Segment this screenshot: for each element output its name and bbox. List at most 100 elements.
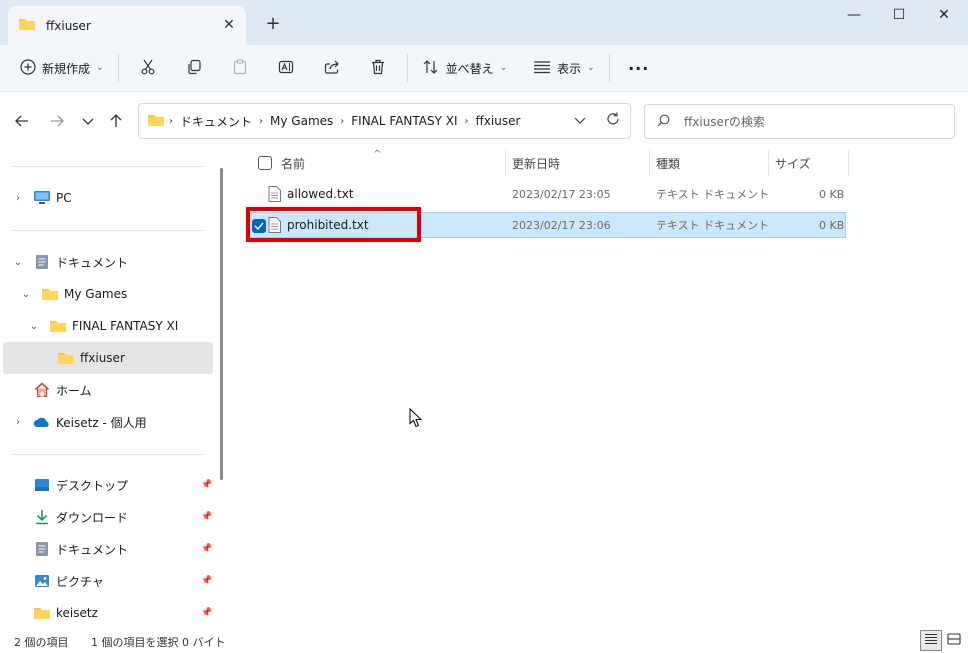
clipboard-icon xyxy=(232,58,248,78)
forward-button[interactable] xyxy=(45,112,69,132)
chevron-down-icon[interactable]: ⌄ xyxy=(19,287,33,301)
sidebar-item-label: FINAL FANTASY XI xyxy=(72,319,179,333)
file-modified: 2023/02/17 23:06 xyxy=(512,218,611,232)
sidebar-item-label: ドキュメント xyxy=(56,542,129,557)
chevron-down-icon[interactable]: ⌄ xyxy=(11,255,25,269)
share-button[interactable] xyxy=(309,51,355,85)
status-item-count: 2 個の項目 xyxy=(14,636,69,649)
arrow-left-icon xyxy=(15,115,29,130)
sidebar-divider xyxy=(12,166,205,167)
breadcrumb-final-fantasy-xi[interactable]: FINAL FANTASY XI xyxy=(351,114,457,128)
new-button[interactable]: 新規作成 ⌄ xyxy=(12,51,112,85)
sidebar-item-pc[interactable]: › PC xyxy=(3,183,213,213)
column-divider[interactable] xyxy=(505,150,506,176)
chevron-right-icon[interactable]: › xyxy=(465,116,469,127)
file-name[interactable]: allowed.txt xyxy=(287,181,354,207)
back-button[interactable] xyxy=(10,112,34,132)
chevron-right-icon[interactable]: › xyxy=(340,116,344,127)
folder-icon xyxy=(18,17,36,34)
documents-icon xyxy=(33,254,51,270)
column-header-type[interactable]: 種類 xyxy=(656,153,680,173)
breadcrumb-ffxiuser[interactable]: ffxiuser xyxy=(476,114,521,128)
tiles-view-icon xyxy=(947,633,961,648)
sidebar-item-documents[interactable]: ⌄ ドキュメント xyxy=(3,247,213,277)
cut-button[interactable] xyxy=(125,51,171,85)
column-header-modified[interactable]: 更新日時 xyxy=(512,153,560,173)
share-icon xyxy=(324,59,340,78)
column-header-name[interactable]: 名前 xyxy=(281,153,305,173)
sort-button[interactable]: 並べ替え ⌄ xyxy=(414,51,516,85)
tab-ffxiuser[interactable]: ffxiuser ✕ xyxy=(8,6,246,45)
search-input[interactable] xyxy=(684,114,934,129)
refresh-icon xyxy=(606,112,620,130)
sidebar-divider xyxy=(12,454,205,455)
sidebar-item-home[interactable]: ホーム xyxy=(3,375,213,405)
minimize-button[interactable]: — xyxy=(831,0,877,30)
view-button[interactable]: 表示 ⌄ xyxy=(525,51,603,85)
tab-close-button[interactable]: ✕ xyxy=(220,16,238,34)
file-row[interactable]: allowed.txt 2023/02/17 23:05 テキスト ドキュメント… xyxy=(247,181,846,207)
new-tab-button[interactable]: + xyxy=(263,13,283,34)
column-divider[interactable] xyxy=(768,150,769,176)
quick-access-pictures[interactable]: ピクチャ 📌 xyxy=(3,566,213,596)
column-divider[interactable] xyxy=(848,150,849,176)
rename-icon xyxy=(278,59,294,78)
more-icon: ··· xyxy=(628,58,650,78)
paste-button[interactable] xyxy=(217,51,263,85)
toolbar-divider xyxy=(406,54,408,82)
sidebar-scrollbar[interactable] xyxy=(220,168,223,480)
scissors-icon xyxy=(140,59,156,78)
chevron-down-icon[interactable]: ⌄ xyxy=(27,319,41,333)
up-button[interactable] xyxy=(104,112,128,132)
mouse-cursor-icon xyxy=(409,407,423,428)
tiles-view-button[interactable] xyxy=(943,630,965,651)
desktop-icon xyxy=(33,477,51,493)
quick-access-downloads[interactable]: ダウンロード 📌 xyxy=(3,502,213,532)
select-all-checkbox[interactable] xyxy=(258,156,272,170)
rename-button[interactable] xyxy=(263,51,309,85)
copy-button[interactable] xyxy=(171,51,217,85)
arrow-up-icon xyxy=(110,113,122,131)
file-type: テキスト ドキュメント xyxy=(656,188,770,201)
sidebar-item-onedrive[interactable]: › Keisetz - 個人用 xyxy=(3,407,213,437)
status-bar: 2 個の項目 1 個の項目を選択 0 バイト xyxy=(0,630,968,653)
sidebar-item-ffxiuser[interactable]: ffxiuser xyxy=(3,342,213,374)
address-bar[interactable]: › ドキュメント › My Games › FINAL FANTASY XI ›… xyxy=(138,103,631,139)
toolbar-divider xyxy=(117,54,119,82)
delete-button[interactable] xyxy=(355,51,401,85)
chevron-right-icon[interactable]: › xyxy=(11,415,25,429)
sidebar-item-my-games[interactable]: ⌄ My Games xyxy=(3,279,213,309)
folder-icon xyxy=(57,350,75,366)
chevron-right-icon[interactable]: › xyxy=(259,116,263,127)
chevron-down-icon xyxy=(574,114,586,128)
close-button[interactable]: ✕ xyxy=(921,0,967,30)
sort-icon xyxy=(422,59,440,78)
sidebar-item-label: Keisetz - 個人用 xyxy=(56,415,147,430)
recent-locations-button[interactable] xyxy=(76,112,100,132)
column-divider[interactable] xyxy=(649,150,650,176)
chevron-right-icon[interactable]: › xyxy=(11,191,25,205)
search-icon xyxy=(657,114,670,130)
quick-access-documents[interactable]: ドキュメント 📌 xyxy=(3,534,213,564)
sort-ascending-icon: ^ xyxy=(373,148,382,160)
more-options-button[interactable]: ··· xyxy=(616,51,662,85)
sidebar-item-label: デスクトップ xyxy=(56,478,129,493)
trash-icon xyxy=(370,59,386,78)
folder-icon xyxy=(147,113,165,130)
details-view-button[interactable] xyxy=(920,630,942,651)
refresh-button[interactable] xyxy=(603,111,623,131)
address-history-button[interactable] xyxy=(570,111,590,131)
sort-button-label: 並べ替え xyxy=(445,61,494,76)
sidebar-item-label: ホーム xyxy=(56,383,92,398)
arrow-right-icon xyxy=(50,115,64,130)
sidebar-item-final-fantasy-xi[interactable]: ⌄ FINAL FANTASY XI xyxy=(3,311,213,341)
breadcrumb-documents[interactable]: ドキュメント xyxy=(180,113,252,130)
quick-access-keisetz[interactable]: keisetz 📌 xyxy=(3,598,213,628)
column-header-size[interactable]: サイズ xyxy=(775,153,811,173)
quick-access-desktop[interactable]: デスクトップ 📌 xyxy=(3,470,213,500)
pin-icon: 📌 xyxy=(201,480,213,490)
breadcrumb-my-games[interactable]: My Games xyxy=(270,114,333,128)
search-box[interactable] xyxy=(644,104,955,139)
plus-circle-icon xyxy=(20,58,36,78)
maximize-button[interactable]: ☐ xyxy=(876,0,922,30)
